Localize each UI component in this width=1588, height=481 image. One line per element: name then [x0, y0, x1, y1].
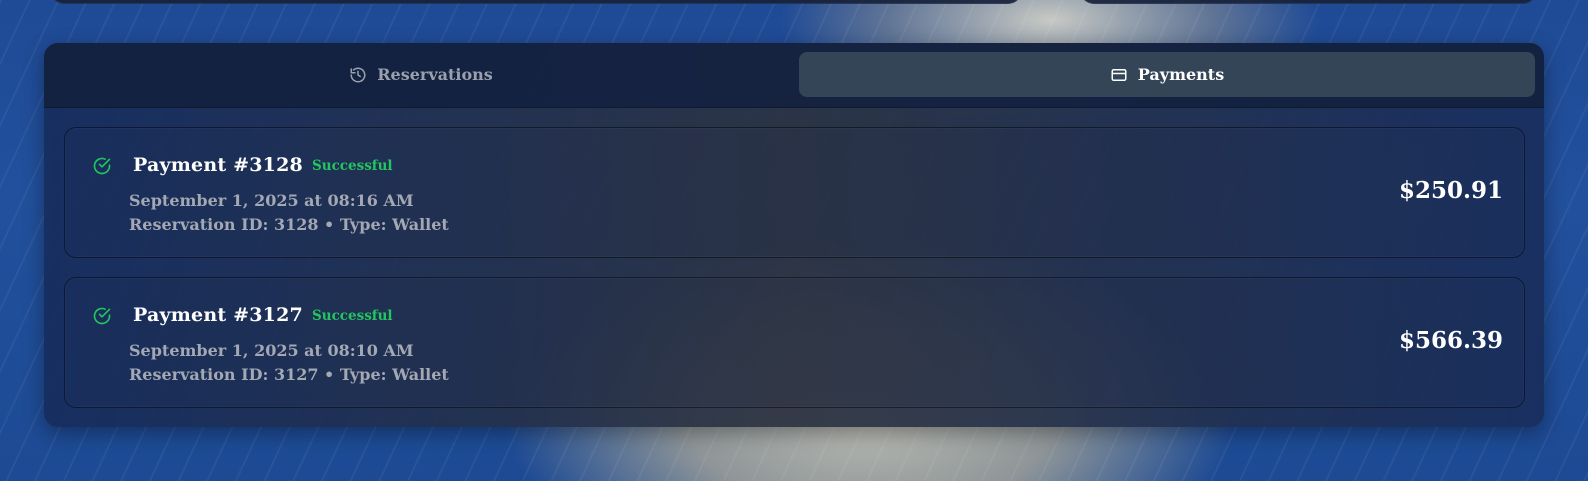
- history-icon: [350, 67, 366, 82]
- payment-amount: $566.39: [1398, 327, 1503, 354]
- tab-bar: Reservations Payments: [44, 43, 1544, 108]
- check-circle-icon: [93, 157, 111, 175]
- payment-meta: Reservation ID: 3128 • Type: Wallet: [129, 215, 449, 234]
- payment-date: September 1, 2025 at 08:10 AM: [129, 341, 414, 360]
- payment-item[interactable]: Payment #3128 Successful September 1, 20…: [64, 127, 1525, 258]
- tab-payments[interactable]: Payments: [799, 52, 1535, 97]
- payment-item[interactable]: Payment #3127 Successful September 1, 20…: [64, 277, 1525, 408]
- tab-payments-label: Payments: [1137, 65, 1225, 84]
- history-panel: Reservations Payments Payment #3128 Succ…: [44, 43, 1544, 427]
- status-badge: Successful: [312, 308, 393, 324]
- payment-meta: Reservation ID: 3127 • Type: Wallet: [129, 365, 449, 384]
- payment-title: Payment #3127: [133, 304, 303, 326]
- check-circle-icon: [93, 307, 111, 325]
- tab-reservations[interactable]: Reservations: [53, 52, 789, 97]
- status-badge: Successful: [312, 158, 393, 174]
- credit-card-icon: [1111, 68, 1127, 81]
- previous-card-edge: [1080, 0, 1537, 4]
- payment-amount: $250.91: [1398, 177, 1503, 204]
- previous-card-edge: [50, 0, 1022, 4]
- payment-title: Payment #3128: [133, 154, 303, 176]
- tab-reservations-label: Reservations: [377, 65, 493, 84]
- payment-date: September 1, 2025 at 08:16 AM: [129, 191, 414, 210]
